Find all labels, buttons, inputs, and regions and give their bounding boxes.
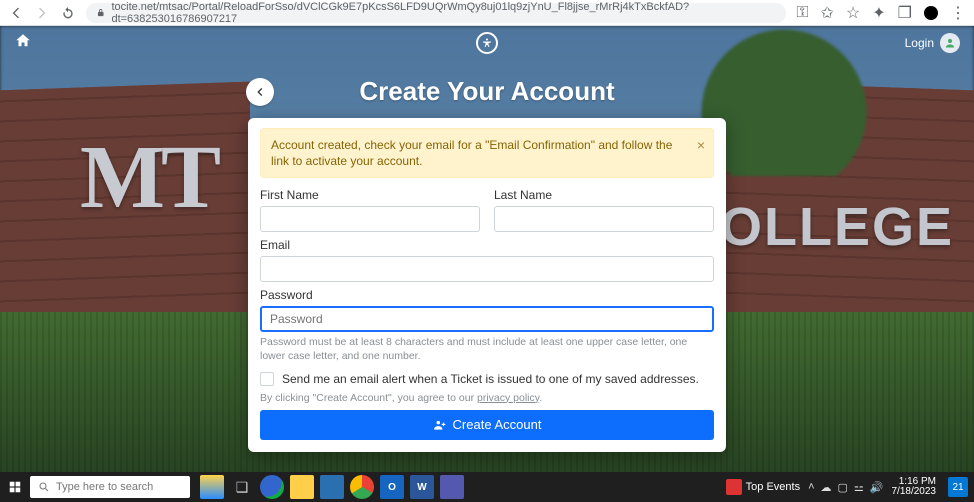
last-name-label: Last Name <box>494 188 714 202</box>
start-button[interactable] <box>0 472 30 502</box>
alert-checkbox-label: Send me an email alert when a Ticket is … <box>282 372 699 386</box>
success-alert: Account created, check your email for a … <box>260 128 714 178</box>
news-widget[interactable]: Top Events <box>726 479 800 495</box>
taskbar-search[interactable]: Type here to search <box>30 476 190 498</box>
password-label: Password <box>260 288 714 302</box>
wifi-icon[interactable]: ⚍ <box>854 481 864 494</box>
site-top-bar: Login <box>0 26 974 60</box>
notifications-badge[interactable]: 21 <box>948 477 968 497</box>
back-icon[interactable] <box>8 5 24 21</box>
alert-close-button[interactable]: × <box>697 137 705 153</box>
windows-taskbar: Type here to search ❑ O W Top Events ˄ ☁… <box>0 472 974 502</box>
page-heading-row: Create Your Account <box>0 76 974 107</box>
taskbar-pinned-apps: ❑ O W <box>196 475 464 499</box>
agree-suffix: . <box>539 392 542 404</box>
accessibility-icon[interactable] <box>476 32 498 54</box>
privacy-policy-link[interactable]: privacy policy <box>477 392 539 404</box>
url-text: tocite.net/mtsac/Portal/ReloadForSso/dVC… <box>111 1 776 25</box>
alert-checkbox-row[interactable]: Send me an email alert when a Ticket is … <box>260 372 714 386</box>
login-label: Login <box>905 36 934 50</box>
first-name-label: First Name <box>260 188 480 202</box>
key-icon[interactable]: ⚿ <box>796 4 808 22</box>
alert-checkbox[interactable] <box>260 372 274 386</box>
page-content: MT O COLLEGE Login Create Your Account A… <box>0 26 974 472</box>
create-account-button[interactable]: Create Account <box>260 410 714 440</box>
app-cortana[interactable] <box>200 475 224 499</box>
agree-text: By clicking "Create Account", you agree … <box>260 392 714 404</box>
kebab-menu-icon[interactable]: ⋮ <box>950 3 966 23</box>
app-teams[interactable] <box>440 475 464 499</box>
app-taskview[interactable]: ❑ <box>230 475 254 499</box>
app-outlook[interactable]: O <box>380 475 404 499</box>
alert-text: Account created, check your email for a … <box>271 138 672 168</box>
agree-prefix: By clicking "Create Account", you agree … <box>260 392 477 404</box>
browser-actions: ⚿ ✩ ☆ ✦ ❐ ⋮ <box>796 3 966 23</box>
app-store[interactable] <box>320 475 344 499</box>
share-icon[interactable]: ✩ <box>821 3 834 23</box>
password-input[interactable] <box>260 306 714 332</box>
login-link[interactable]: Login <box>905 33 960 53</box>
home-icon[interactable] <box>14 32 32 55</box>
app-edge[interactable] <box>260 475 284 499</box>
last-name-input[interactable] <box>494 206 714 232</box>
volume-icon[interactable]: 🔊 <box>870 481 884 494</box>
onedrive-icon[interactable]: ☁ <box>821 481 832 494</box>
battery-icon[interactable]: ▢ <box>838 481 848 494</box>
app-explorer[interactable] <box>290 475 314 499</box>
extensions-icon[interactable]: ✦ <box>872 3 885 23</box>
reload-icon[interactable] <box>60 5 76 21</box>
address-bar[interactable]: tocite.net/mtsac/Portal/ReloadForSso/dVC… <box>86 3 786 23</box>
app-word[interactable]: W <box>410 475 434 499</box>
lock-icon <box>96 8 105 18</box>
email-label: Email <box>260 238 714 252</box>
system-tray[interactable]: ˄ ☁ ▢ ⚍ 🔊 <box>808 481 883 494</box>
first-name-input[interactable] <box>260 206 480 232</box>
create-account-label: Create Account <box>453 417 542 432</box>
news-label: Top Events <box>746 481 800 493</box>
user-plus-icon <box>433 418 447 432</box>
bookmark-icon[interactable]: ☆ <box>846 3 860 23</box>
app-chrome[interactable] <box>350 475 374 499</box>
clock-date: 7/18/2023 <box>892 487 937 498</box>
taskbar-clock[interactable]: 1:16 PM 7/18/2023 <box>892 477 941 498</box>
email-input[interactable] <box>260 256 714 282</box>
page-title: Create Your Account <box>359 76 614 107</box>
forward-icon[interactable] <box>34 5 50 21</box>
signup-card: Account created, check your email for a … <box>248 118 726 452</box>
password-hint: Password must be at least 8 characters a… <box>260 336 714 363</box>
news-icon <box>726 479 742 495</box>
user-icon <box>940 33 960 53</box>
window-icon[interactable]: ❐ <box>898 3 912 23</box>
profile-avatar[interactable] <box>924 6 938 20</box>
taskbar-search-placeholder: Type here to search <box>56 481 153 493</box>
browser-toolbar: tocite.net/mtsac/Portal/ReloadForSso/dVC… <box>0 0 974 26</box>
search-icon <box>38 481 50 493</box>
chevron-up-icon[interactable]: ˄ <box>808 481 814 493</box>
back-button[interactable] <box>246 78 274 106</box>
notifications-count: 21 <box>952 482 963 493</box>
